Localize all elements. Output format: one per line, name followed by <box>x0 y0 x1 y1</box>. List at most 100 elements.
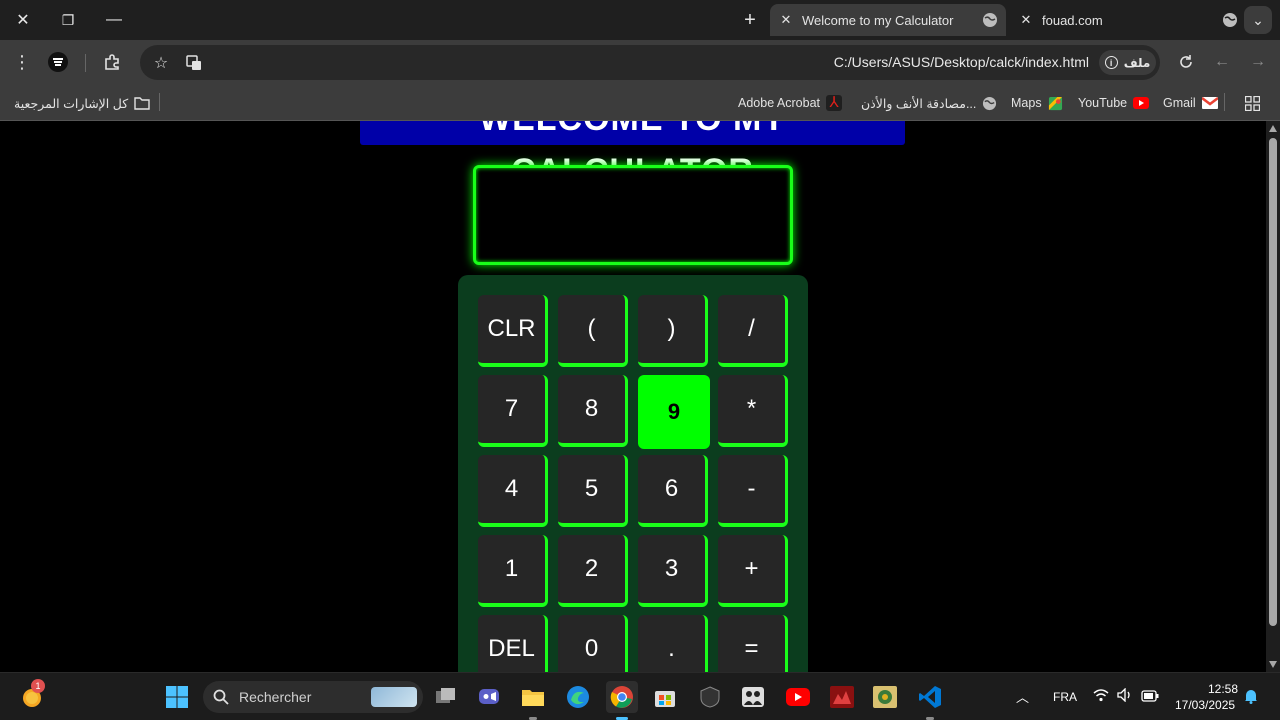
bookmark-label: مصادقة الأنف والأذن... <box>861 96 977 111</box>
widgets-button[interactable]: 1 <box>16 679 48 713</box>
tab-calculator[interactable]: ✕ Welcome to my Calculator <box>770 4 1006 36</box>
key-clear[interactable]: CLR <box>478 295 548 367</box>
key-6[interactable]: 6 <box>638 455 708 527</box>
apps-grid-button[interactable] <box>1245 93 1260 113</box>
page-scrollbar[interactable] <box>1266 121 1280 672</box>
bookmark-star-icon[interactable]: ☆ <box>147 49 175 77</box>
key-divide[interactable]: / <box>718 295 788 367</box>
network-icon[interactable] <box>1093 688 1109 707</box>
key-decimal[interactable]: . <box>638 615 708 672</box>
key-7[interactable]: 7 <box>478 375 548 447</box>
edge-button[interactable] <box>562 681 594 713</box>
app-button-dark[interactable] <box>694 681 726 713</box>
game-icon <box>830 686 854 708</box>
calculator-display[interactable] <box>473 165 793 265</box>
profile-icon[interactable] <box>44 48 72 76</box>
new-tab-button[interactable]: + <box>727 0 773 40</box>
globe-icon <box>983 13 997 27</box>
key-2[interactable]: 2 <box>558 535 628 607</box>
translate-icon[interactable] <box>180 49 208 77</box>
reload-icon[interactable] <box>1172 48 1200 76</box>
notification-bell-icon[interactable] <box>1244 688 1258 709</box>
key-9[interactable]: 9 <box>638 375 710 449</box>
tab-title: fouad.com <box>1042 12 1103 28</box>
school-app-icon <box>873 686 897 708</box>
restore-window-button[interactable]: ❐ <box>45 0 91 40</box>
close-window-button[interactable]: ✕ <box>0 0 46 40</box>
tray-chevron-icon[interactable]: ︿ <box>1016 687 1029 706</box>
extensions-icon[interactable] <box>98 48 126 76</box>
minimize-window-button[interactable]: — <box>91 0 137 40</box>
app-button-school[interactable] <box>869 681 901 713</box>
clock-date[interactable]: 17/03/2025 <box>1175 698 1235 712</box>
key-close-paren[interactable]: ) <box>638 295 708 367</box>
bookmark-label: YouTube <box>1078 96 1128 110</box>
vscode-button[interactable] <box>914 681 946 720</box>
bookmark-ent[interactable]: مصادقة الأنف والأذن... <box>861 93 997 113</box>
browser-toolbar: ⋮ ☆ C:/Users/ASUS/Desktop/calck/index.ht… <box>0 40 1280 85</box>
key-8[interactable]: 8 <box>558 375 628 447</box>
start-button[interactable] <box>161 681 193 713</box>
key-add[interactable]: + <box>718 535 788 607</box>
shield-app-icon <box>700 686 720 708</box>
key-open-paren[interactable]: ( <box>558 295 628 367</box>
store-button[interactable] <box>649 681 681 713</box>
key-equals[interactable]: = <box>718 615 788 672</box>
all-bookmarks-button[interactable]: كل الإشارات المرجعية <box>14 93 150 113</box>
url-text[interactable]: C:/Users/ASUS/Desktop/calck/index.html <box>834 54 1089 70</box>
bookmark-maps[interactable]: Maps <box>1011 93 1063 113</box>
store-icon <box>655 691 675 707</box>
file-chip-label: ملف <box>1123 55 1151 70</box>
search-placeholder: Rechercher <box>239 689 312 705</box>
bookmark-gmail[interactable]: Gmail <box>1163 93 1218 113</box>
key-0[interactable]: 0 <box>558 615 628 672</box>
globe-icon <box>983 96 997 110</box>
tab-search-button[interactable]: ⌄ <box>1244 6 1272 34</box>
all-bookmarks-label: كل الإشارات المرجعية <box>14 96 129 111</box>
scroll-up-icon[interactable] <box>1269 125 1277 132</box>
game-app-button[interactable] <box>826 681 858 713</box>
task-view-button[interactable] <box>430 681 462 713</box>
youtube-icon <box>786 688 810 706</box>
apps-grid-icon <box>1245 95 1260 111</box>
bookmark-youtube[interactable]: YouTube <box>1078 93 1150 113</box>
clock-time[interactable]: 12:58 <box>1208 682 1238 696</box>
menu-icon[interactable]: ⋮ <box>8 48 36 76</box>
windows-logo-icon <box>166 686 188 708</box>
app-button-people[interactable] <box>737 681 769 713</box>
key-1[interactable]: 1 <box>478 535 548 607</box>
youtube-app-button[interactable] <box>782 681 814 713</box>
language-indicator[interactable]: FRA <box>1053 690 1077 704</box>
tab-close-icon[interactable]: ✕ <box>778 12 794 28</box>
chrome-button[interactable] <box>606 681 638 720</box>
bookmarks-bar: كل الإشارات المرجعية Adobe Acrobat ⅄ مصا… <box>0 85 1280 121</box>
welcome-heading: WELCOME TO MY CALCULATOR <box>360 121 905 190</box>
battery-icon[interactable] <box>1141 689 1159 707</box>
tab-close-icon[interactable]: ✕ <box>1018 12 1034 28</box>
search-icon <box>213 689 229 705</box>
tab-fouad[interactable]: ✕ fouad.com <box>1010 4 1246 36</box>
address-bar[interactable]: ☆ C:/Users/ASUS/Desktop/calck/index.html… <box>140 45 1160 80</box>
folder-icon <box>522 690 544 706</box>
bookmark-acrobat[interactable]: Adobe Acrobat ⅄ <box>738 93 843 113</box>
taskbar-search[interactable]: Rechercher <box>203 681 423 713</box>
key-5[interactable]: 5 <box>558 455 628 527</box>
site-info-chip[interactable]: i ملف <box>1099 50 1156 75</box>
scroll-down-icon[interactable] <box>1269 661 1277 668</box>
key-multiply[interactable]: * <box>718 375 788 447</box>
file-explorer-button[interactable] <box>517 681 549 720</box>
info-icon: i <box>1104 56 1118 69</box>
scroll-thumb[interactable] <box>1269 138 1277 626</box>
forward-arrow-icon[interactable]: → <box>1244 48 1272 76</box>
volume-icon[interactable] <box>1117 687 1133 707</box>
key-delete[interactable]: DEL <box>478 615 548 672</box>
back-arrow-icon[interactable]: ← <box>1208 48 1236 76</box>
acrobat-icon: ⅄ <box>826 95 843 111</box>
meet-button[interactable] <box>473 681 505 713</box>
key-subtract[interactable]: - <box>718 455 788 527</box>
key-4[interactable]: 4 <box>478 455 548 527</box>
youtube-icon <box>1133 97 1150 109</box>
task-view-icon <box>436 688 455 703</box>
folder-icon <box>134 97 150 110</box>
key-3[interactable]: 3 <box>638 535 708 607</box>
